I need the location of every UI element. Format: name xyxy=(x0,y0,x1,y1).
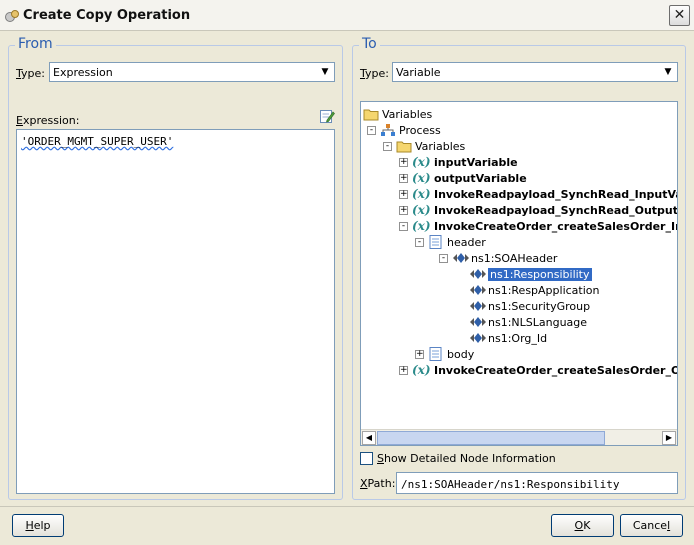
tree-node[interactable]: + (x) InvokeReadpayload_SynchRead_OutputV xyxy=(361,202,677,218)
expand-icon[interactable]: + xyxy=(399,158,408,167)
window-title: Create Copy Operation xyxy=(23,8,191,23)
expression-value: 'ORDER_MGMT_SUPER_USER' xyxy=(21,135,174,148)
title-bar: Create Copy Operation ✕ xyxy=(0,0,694,31)
tree-node-label: InvokeCreateOrder_createSalesOrder_Ou xyxy=(434,364,678,377)
collapse-icon[interactable]: - xyxy=(383,142,392,151)
xpath-label: XPath: xyxy=(360,477,396,490)
tree-node-label: InvokeReadpayload_SynchRead_OutputV xyxy=(434,204,678,217)
scroll-thumb[interactable] xyxy=(377,431,605,445)
collapse-icon[interactable]: - xyxy=(399,222,408,231)
tree-node[interactable]: ns1:SecurityGroup xyxy=(361,298,677,314)
svg-text:(x): (x) xyxy=(412,203,431,217)
tree-node-label: ns1:RespApplication xyxy=(488,284,600,297)
tree-node[interactable]: + (x) outputVariable xyxy=(361,170,677,186)
variable-icon: (x) xyxy=(412,363,432,380)
tree-node[interactable]: - (x) InvokeCreateOrder_createSalesOrder_I… xyxy=(361,218,677,234)
expand-icon[interactable]: + xyxy=(399,206,408,215)
tree-node[interactable]: Variables xyxy=(361,106,677,122)
tree-node-label: ns1:SecurityGroup xyxy=(488,300,591,313)
from-type-value: Expression xyxy=(53,66,113,79)
variables-tree[interactable]: Variables - Process - Variables + (x) inputVari… xyxy=(360,101,678,446)
from-type-select[interactable]: Expression ▼ xyxy=(49,62,335,82)
edit-expression-icon[interactable] xyxy=(319,108,335,124)
button-separator xyxy=(0,506,694,507)
tree-node[interactable]: + (x) InvokeReadpayload_SynchRead_InputVa xyxy=(361,186,677,202)
tree-node[interactable]: ns1:Responsibility xyxy=(361,266,677,282)
scroll-right-icon[interactable]: ▶ xyxy=(662,431,676,445)
close-icon: ✕ xyxy=(673,7,686,23)
show-detail-checkbox[interactable] xyxy=(360,452,373,465)
to-type-select[interactable]: Variable ▼ xyxy=(392,62,678,82)
svg-text:(x): (x) xyxy=(412,363,431,377)
tree-node-label: Variables xyxy=(382,108,433,121)
expression-label: Expression: xyxy=(16,114,80,127)
chevron-down-icon: ▼ xyxy=(317,64,333,80)
tree-node[interactable]: + (x) InvokeCreateOrder_createSalesOrder_O… xyxy=(361,362,677,378)
to-type-label: Type: xyxy=(360,67,389,80)
tree-node[interactable]: - header xyxy=(361,234,677,250)
help-button[interactable]: Help xyxy=(12,514,64,537)
svg-text:(x): (x) xyxy=(412,219,431,233)
tree-node[interactable]: - Process xyxy=(361,122,677,138)
tree-node[interactable]: + body xyxy=(361,346,677,362)
collapse-icon[interactable]: - xyxy=(415,238,424,247)
cancel-button[interactable]: Cancel xyxy=(620,514,683,537)
svg-text:(x): (x) xyxy=(412,171,431,185)
tree-node[interactable]: + (x) inputVariable xyxy=(361,154,677,170)
tree-node-label: ns1:SOAHeader xyxy=(471,252,558,265)
ok-button[interactable]: OK xyxy=(551,514,614,537)
tree-node[interactable]: ns1:RespApplication xyxy=(361,282,677,298)
xpath-value: /ns1:SOAHeader/ns1:Responsibility xyxy=(401,478,620,491)
show-detail-label: Show Detailed Node Information xyxy=(377,452,556,465)
tree-node-label: ns1:Responsibility xyxy=(488,268,592,281)
tree-node-label: body xyxy=(447,348,475,361)
to-type-value: Variable xyxy=(396,66,441,79)
chevron-down-icon: ▼ xyxy=(660,64,676,80)
tree-node[interactable]: - ns1:SOAHeader xyxy=(361,250,677,266)
horizontal-scrollbar[interactable]: ◀ ▶ xyxy=(361,429,677,445)
tree-node-label: outputVariable xyxy=(434,172,527,185)
expand-icon[interactable]: + xyxy=(399,190,408,199)
tree-node[interactable]: ns1:NLSLanguage xyxy=(361,314,677,330)
scroll-left-icon[interactable]: ◀ xyxy=(362,431,376,445)
tree-node[interactable]: ns1:Org_Id xyxy=(361,330,677,346)
app-icon xyxy=(5,10,19,22)
expand-icon[interactable]: + xyxy=(399,366,408,375)
to-legend: To xyxy=(359,36,380,52)
tree-node-label: header xyxy=(447,236,486,249)
expression-textarea[interactable]: 'ORDER_MGMT_SUPER_USER' xyxy=(16,129,335,494)
svg-text:(x): (x) xyxy=(412,187,431,201)
close-button[interactable]: ✕ xyxy=(669,5,690,26)
tree-node-label: Process xyxy=(399,124,441,137)
tree-node-label: Variables xyxy=(415,140,466,153)
tree-node-label: inputVariable xyxy=(434,156,518,169)
expand-icon[interactable]: + xyxy=(399,174,408,183)
collapse-icon[interactable]: - xyxy=(439,254,448,263)
expand-icon[interactable]: + xyxy=(415,350,424,359)
xpath-field[interactable]: /ns1:SOAHeader/ns1:Responsibility xyxy=(396,472,678,494)
from-legend: From xyxy=(15,36,56,52)
tree-node-label: ns1:Org_Id xyxy=(488,332,548,345)
from-type-label: Type: xyxy=(16,67,45,80)
svg-text:(x): (x) xyxy=(412,155,431,169)
collapse-icon[interactable]: - xyxy=(367,126,376,135)
tree-node-label: ns1:NLSLanguage xyxy=(488,316,588,329)
tree-node-label: InvokeReadpayload_SynchRead_InputVa xyxy=(434,188,678,201)
tree-node[interactable]: - Variables xyxy=(361,138,677,154)
tree-node-label: InvokeCreateOrder_createSalesOrder_In xyxy=(434,220,678,233)
